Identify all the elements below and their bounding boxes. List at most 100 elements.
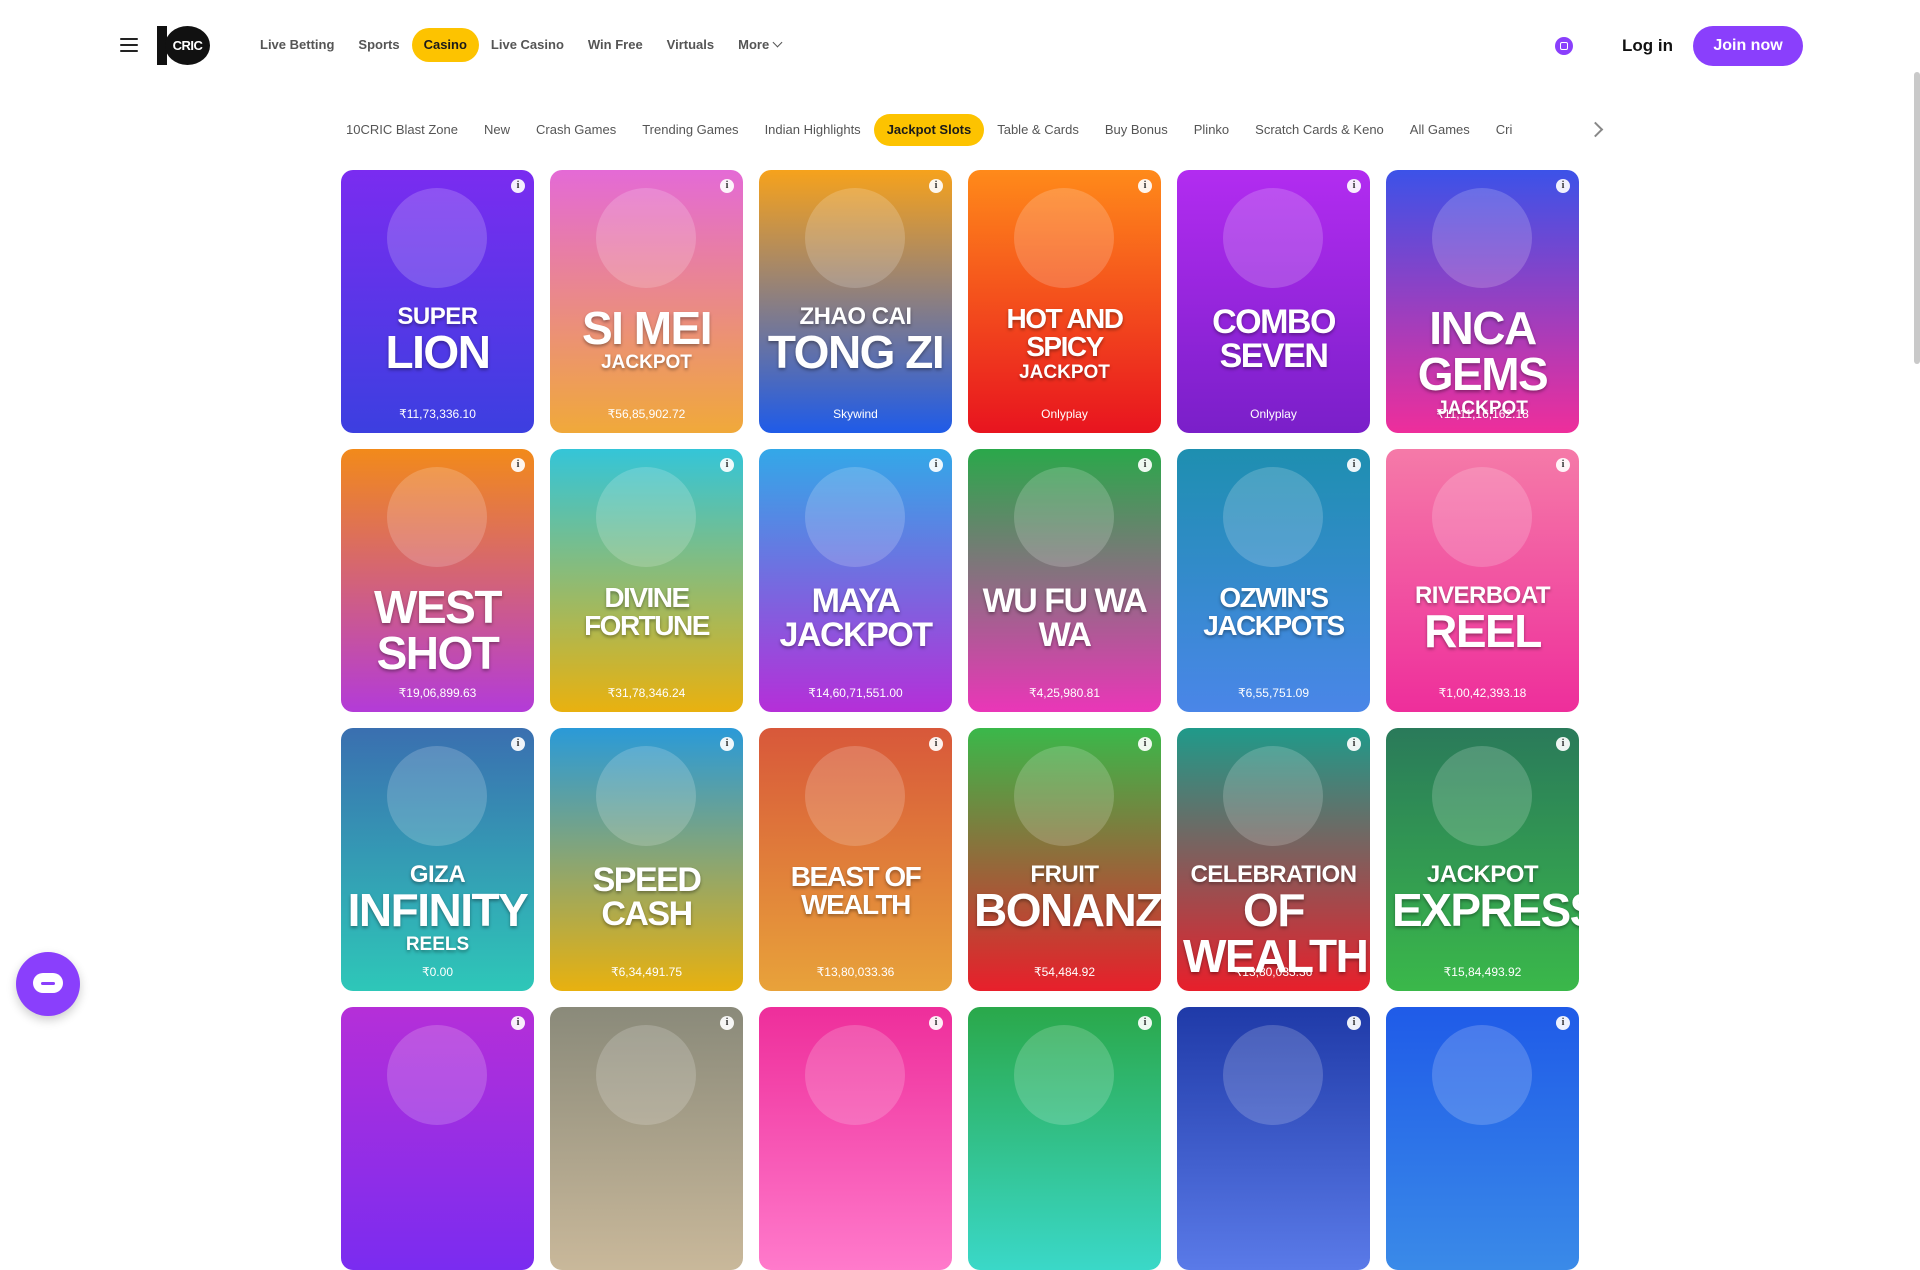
tab-crash-games[interactable]: Crash Games	[523, 114, 629, 146]
menu-icon[interactable]	[120, 38, 138, 52]
game-card[interactable]: DIVINE FORTUNE ₹31,78,346.24 i	[550, 449, 743, 712]
artwork-glow	[1432, 746, 1532, 846]
tab-plinko[interactable]: Plinko	[1181, 114, 1242, 146]
tab-table-cards[interactable]: Table & Cards	[984, 114, 1092, 146]
info-icon[interactable]: i	[929, 737, 943, 751]
game-jackpot-amount: ₹15,84,493.92	[1443, 965, 1522, 979]
info-icon[interactable]: i	[1347, 737, 1361, 751]
nav-live-betting[interactable]: Live Betting	[248, 28, 346, 62]
info-icon[interactable]: i	[1138, 179, 1152, 193]
artwork-glow	[387, 746, 487, 846]
chat-button[interactable]	[16, 952, 80, 1016]
game-card[interactable]: MAYA JACKPOT ₹14,60,71,551.00 i	[759, 449, 952, 712]
info-icon[interactable]: i	[720, 458, 734, 472]
tab-cricket[interactable]: Cri	[1483, 114, 1526, 146]
artwork-glow	[387, 188, 487, 288]
info-icon[interactable]: i	[1347, 458, 1361, 472]
info-icon[interactable]: i	[1347, 1016, 1361, 1030]
info-icon[interactable]: i	[929, 179, 943, 193]
tab-indian-highlights[interactable]: Indian Highlights	[752, 114, 874, 146]
game-card[interactable]: SPEED CASH ₹6,34,491.75 i	[550, 728, 743, 991]
game-jackpot-amount: ₹4,25,980.81	[1028, 686, 1101, 700]
game-jackpot-amount: Onlyplay	[1250, 407, 1297, 421]
nav-win-free[interactable]: Win Free	[576, 28, 655, 62]
game-card[interactable]: ZHAO CAI TONG ZI Skywind i	[759, 170, 952, 433]
info-icon[interactable]: i	[511, 458, 525, 472]
tab-10cric-blast-zone[interactable]: 10CRIC Blast Zone	[333, 114, 471, 146]
game-title-main: MAYA JACKPOT	[779, 582, 933, 654]
info-icon[interactable]: i	[1556, 458, 1570, 472]
game-card[interactable]: CELEBRATION OF WEALTH ₹13,80,033.36 i	[1177, 728, 1370, 991]
game-card[interactable]: HOT AND SPICY JACKPOT Onlyplay i	[968, 170, 1161, 433]
info-icon[interactable]: i	[720, 737, 734, 751]
info-icon[interactable]: i	[720, 1016, 734, 1030]
nav-live-casino[interactable]: Live Casino	[479, 28, 576, 62]
logo-text: CRIC	[165, 26, 210, 65]
game-card[interactable]: RIVERBOAT REEL ₹1,00,42,393.18 i	[1386, 449, 1579, 712]
game-jackpot-amount: ₹1,00,42,393.18	[1438, 686, 1527, 700]
tab-new[interactable]: New	[471, 114, 523, 146]
game-card[interactable]: COMBO SEVEN Onlyplay i	[1177, 170, 1370, 433]
info-icon[interactable]: i	[929, 458, 943, 472]
info-icon[interactable]: i	[720, 179, 734, 193]
tab-buy-bonus[interactable]: Buy Bonus	[1092, 114, 1181, 146]
game-card[interactable]: i	[968, 1007, 1161, 1270]
game-title: INCA GEMS JACKPOT	[1392, 305, 1573, 418]
game-card[interactable]: SUPER LION ₹11,73,336.10 i	[341, 170, 534, 433]
info-icon[interactable]: i	[1138, 458, 1152, 472]
site-logo[interactable]: CRIC	[157, 26, 210, 65]
info-icon[interactable]: i	[1556, 1016, 1570, 1030]
info-icon[interactable]: i	[1347, 179, 1361, 193]
artwork-glow	[387, 467, 487, 567]
game-card[interactable]: i	[550, 1007, 743, 1270]
join-now-button[interactable]: Join now	[1693, 26, 1803, 66]
game-title: WU FU WA WA	[974, 584, 1155, 654]
chevron-right-icon[interactable]	[1590, 118, 1604, 142]
tab-jackpot-slots[interactable]: Jackpot Slots	[873, 114, 985, 146]
game-title-main: OZWIN'S JACKPOTS	[1203, 582, 1345, 641]
game-card[interactable]: INCA GEMS JACKPOT ₹11,11,16,162.18 i	[1386, 170, 1579, 433]
game-title-main: TONG ZI	[767, 326, 945, 378]
login-button[interactable]: Log in	[1610, 28, 1685, 64]
game-card[interactable]: GIZA INFINITY REELS ₹0.00 i	[341, 728, 534, 991]
game-jackpot-amount: ₹11,11,16,162.18	[1436, 407, 1529, 421]
info-icon[interactable]: i	[1556, 737, 1570, 751]
info-icon[interactable]: i	[1556, 179, 1570, 193]
game-title: SPEED CASH	[556, 863, 737, 933]
tab-all-games[interactable]: All Games	[1397, 114, 1483, 146]
info-icon[interactable]: i	[1138, 737, 1152, 751]
page-scrollbar[interactable]	[1914, 72, 1920, 364]
nav-more-label: More	[738, 37, 770, 52]
nav-more[interactable]: More	[726, 28, 793, 62]
nav-sports[interactable]: Sports	[346, 28, 411, 62]
gift-icon[interactable]	[1555, 37, 1573, 55]
game-card[interactable]: SI MEI JACKPOT ₹56,85,902.72 i	[550, 170, 743, 433]
artwork-glow	[805, 188, 905, 288]
chevron-down-icon	[772, 37, 783, 48]
game-card[interactable]: OZWIN'S JACKPOTS ₹6,55,751.09 i	[1177, 449, 1370, 712]
artwork-glow	[1223, 1025, 1323, 1125]
tab-scratch-cards-keno[interactable]: Scratch Cards & Keno	[1242, 114, 1397, 146]
game-card[interactable]: WEST SHOT ₹19,06,899.63 i	[341, 449, 534, 712]
info-icon[interactable]: i	[511, 179, 525, 193]
info-icon[interactable]: i	[929, 1016, 943, 1030]
artwork-glow	[1432, 188, 1532, 288]
game-card[interactable]: WU FU WA WA ₹4,25,980.81 i	[968, 449, 1161, 712]
game-card[interactable]: i	[1386, 1007, 1579, 1270]
game-card[interactable]: i	[341, 1007, 534, 1270]
game-card[interactable]: JACKPOT EXPRESS ₹15,84,493.92 i	[1386, 728, 1579, 991]
nav-virtuals[interactable]: Virtuals	[655, 28, 726, 62]
artwork-glow	[596, 746, 696, 846]
info-icon[interactable]: i	[511, 1016, 525, 1030]
info-icon[interactable]: i	[1138, 1016, 1152, 1030]
game-card[interactable]: i	[1177, 1007, 1370, 1270]
game-title	[765, 1142, 946, 1144]
nav-casino[interactable]: Casino	[411, 28, 479, 62]
tab-trending-games[interactable]: Trending Games	[629, 114, 751, 146]
game-card[interactable]: FRUITBONANZA ₹54,484.92 i	[968, 728, 1161, 991]
info-icon[interactable]: i	[511, 737, 525, 751]
artwork-glow	[596, 188, 696, 288]
game-card[interactable]: BEAST OF WEALTH ₹13,80,033.36 i	[759, 728, 952, 991]
game-card[interactable]: i	[759, 1007, 952, 1270]
artwork-glow	[1014, 467, 1114, 567]
